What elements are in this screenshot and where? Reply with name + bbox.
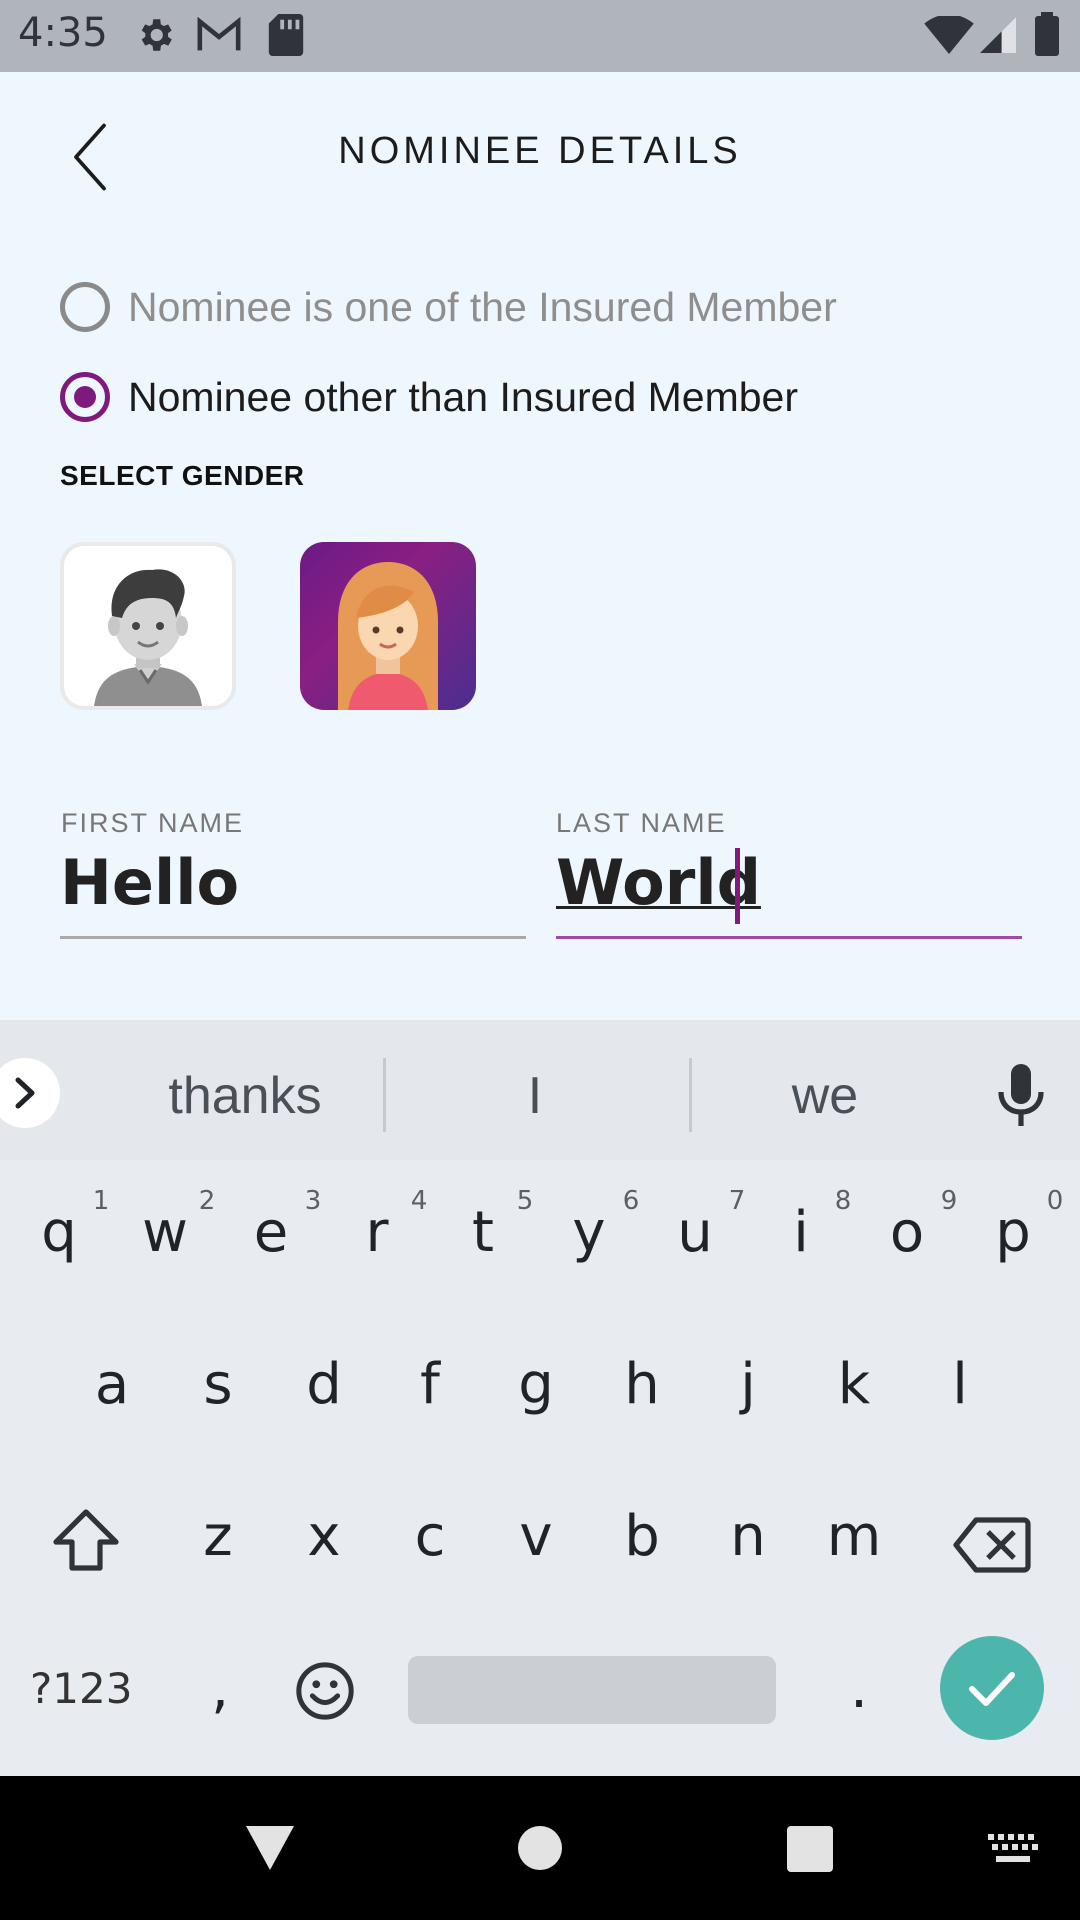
last-name-label: LAST NAME [556, 808, 727, 838]
symbols-key[interactable]: ?123 [30, 1664, 132, 1713]
key-c[interactable]: c [385, 1504, 475, 1569]
key-number-hint: 1 [92, 1186, 110, 1216]
key-b[interactable]: b [597, 1504, 687, 1569]
key-number-hint: 0 [1046, 1186, 1064, 1216]
last-name-underline [556, 936, 1022, 939]
key-number-hint: 7 [728, 1186, 746, 1216]
key-d[interactable]: d [279, 1352, 369, 1417]
signal-icon [980, 17, 1016, 53]
key-number-hint: 3 [304, 1186, 322, 1216]
suggestion-word[interactable]: I [440, 1066, 630, 1126]
wifi-icon [924, 16, 974, 54]
key-s[interactable]: s [173, 1352, 263, 1417]
key-f[interactable]: f [385, 1352, 475, 1417]
key-h[interactable]: h [597, 1352, 687, 1417]
key-number-hint: 9 [940, 1186, 958, 1216]
microphone-icon[interactable] [996, 1064, 1046, 1128]
radio-label: Nominee other than Insured Member [128, 373, 799, 420]
key-a[interactable]: a [67, 1352, 157, 1417]
emoji-icon[interactable] [294, 1660, 356, 1722]
male-avatar-icon [94, 569, 202, 706]
radio-button-selected[interactable] [60, 372, 110, 422]
key-number-hint: 5 [516, 1186, 534, 1216]
radio-option-other-member[interactable]: Nominee other than Insured Member [60, 367, 798, 427]
battery-icon [1035, 12, 1059, 56]
page-title: NOMINEE DETAILS [338, 130, 742, 172]
suggestion-divider [689, 1058, 692, 1132]
first-name-input[interactable]: Hello [60, 846, 239, 919]
nav-back-icon[interactable] [246, 1826, 294, 1870]
nav-recents-icon[interactable] [787, 1826, 833, 1872]
radio-option-insured-member[interactable]: Nominee is one of the Insured Member [60, 277, 837, 337]
backspace-icon[interactable] [952, 1516, 1032, 1574]
female-avatar-icon [338, 562, 438, 710]
keyboard-switch-icon[interactable] [988, 1834, 1038, 1864]
gender-female-button[interactable] [300, 542, 476, 710]
first-name-underline [60, 936, 526, 939]
sd-card-icon [268, 14, 304, 56]
key-n[interactable]: n [703, 1504, 793, 1569]
key-number-hint: 4 [410, 1186, 428, 1216]
key-z[interactable]: z [173, 1504, 263, 1569]
nav-home-icon[interactable] [518, 1826, 562, 1870]
settings-icon [141, 19, 172, 51]
space-bar[interactable] [408, 1656, 776, 1724]
radio-button[interactable] [60, 282, 110, 332]
first-name-label: FIRST NAME [61, 808, 245, 838]
expand-suggestions-button[interactable] [0, 1058, 60, 1128]
enter-key[interactable] [940, 1636, 1044, 1740]
key-g[interactable]: g [491, 1352, 581, 1417]
status-time: 4:35 [18, 10, 108, 56]
last-name-input[interactable]: World [556, 846, 761, 919]
select-gender-label: SELECT GENDER [60, 460, 305, 491]
key-x[interactable]: x [279, 1504, 369, 1569]
key-number-hint: 2 [198, 1186, 216, 1216]
key-j[interactable]: j [703, 1352, 793, 1417]
text-cursor [735, 848, 740, 924]
checkmark-icon [969, 1672, 1015, 1706]
radio-label: Nominee is one of the Insured Member [128, 283, 837, 330]
key-l[interactable]: l [915, 1352, 1005, 1417]
gmail-icon [197, 16, 241, 51]
suggestion-word[interactable]: we [740, 1066, 910, 1126]
chevron-right-icon [15, 1077, 35, 1109]
suggestion-word[interactable]: thanks [140, 1066, 350, 1126]
gender-male-button[interactable] [60, 542, 236, 710]
shift-icon[interactable] [52, 1508, 120, 1574]
key-k[interactable]: k [809, 1352, 899, 1417]
key-number-hint: 8 [834, 1186, 852, 1216]
key-v[interactable]: v [491, 1504, 581, 1569]
period-key[interactable]: . [814, 1656, 904, 1721]
key-m[interactable]: m [809, 1504, 899, 1569]
suggestion-divider [383, 1058, 386, 1132]
comma-key[interactable]: , [175, 1656, 265, 1721]
key-number-hint: 6 [622, 1186, 640, 1216]
